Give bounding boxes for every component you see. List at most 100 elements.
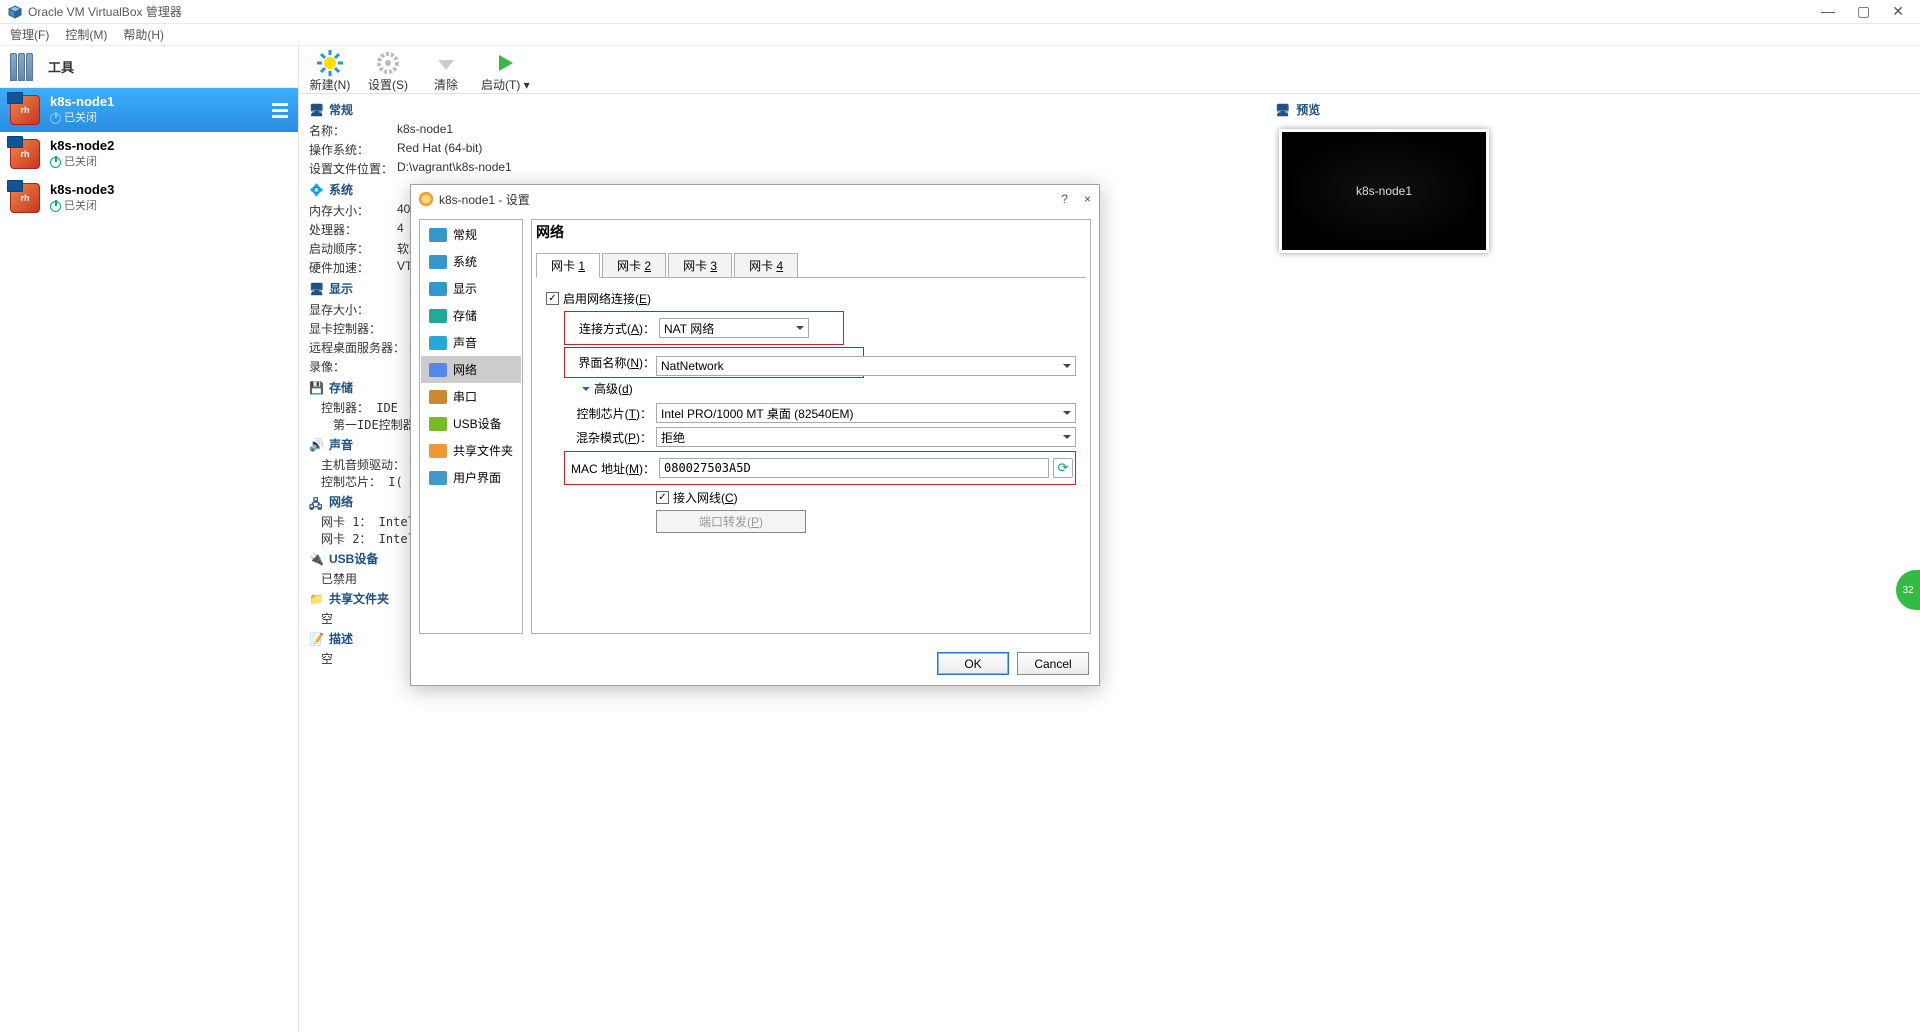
mac-refresh-button[interactable]: ⟳: [1053, 458, 1073, 478]
ok-button[interactable]: OK: [937, 652, 1009, 675]
settings-label: 设置(S): [368, 76, 408, 93]
general-name-label: 名称：: [309, 122, 397, 139]
new-label: 新建(N): [310, 76, 351, 93]
vm-name: k8s-node3: [50, 182, 114, 199]
dialog-help-button[interactable]: ?: [1061, 192, 1068, 206]
category-icon: [429, 282, 447, 296]
audio-icon: 🔊: [309, 438, 323, 452]
redhat-os-icon: rh: [10, 183, 40, 213]
dialog-side-serial[interactable]: 串口: [421, 383, 521, 410]
adapter-type-select[interactable]: Intel PRO/1000 MT 桌面 (82540EM): [656, 403, 1076, 423]
monitor-icon: 🖥: [309, 103, 323, 117]
preview-thumbnail[interactable]: k8s-node1: [1279, 129, 1489, 253]
adapter-tab-3[interactable]: 网卡 3: [668, 253, 732, 278]
general-name-value: k8s-node1: [397, 122, 453, 139]
vm-item-k8s-node3[interactable]: rh k8s-node3 已关闭: [0, 176, 298, 220]
dialog-side-display[interactable]: 显示: [421, 275, 521, 302]
display-icon: 🖥: [309, 282, 323, 296]
toolbar: 新建(N) 设置(S) 清除 启动(T) ▾: [299, 46, 1920, 94]
dialog-side-usb[interactable]: USB设备: [421, 410, 521, 437]
power-icon: [50, 113, 61, 124]
dialog-side-shared[interactable]: 共享文件夹: [421, 437, 521, 464]
general-cfg-value: D:\vagrant\k8s-node1: [397, 160, 512, 177]
discard-label: 清除: [434, 76, 458, 93]
menu-control[interactable]: 控制(M): [59, 24, 113, 45]
dialog-gear-icon: [419, 192, 433, 206]
general-os-label: 操作系统：: [309, 141, 397, 158]
titlebar: Oracle VM VirtualBox 管理器 — ▢ ✕: [0, 0, 1920, 24]
tools-icon: [10, 53, 38, 81]
adapter-tab-2[interactable]: 网卡 2: [602, 253, 666, 278]
category-icon: [429, 336, 447, 350]
desc-icon: 📝: [309, 632, 323, 646]
storage-icon: 💾: [309, 381, 323, 395]
promisc-select[interactable]: 拒绝: [656, 427, 1076, 447]
attached-to-select[interactable]: NAT 网络: [659, 318, 809, 338]
port-forwarding-button[interactable]: 端口转发(P): [656, 510, 806, 533]
cable-connected-label: 接入网线(C): [673, 489, 738, 506]
vm-menu-button[interactable]: [266, 103, 288, 118]
new-button[interactable]: 新建(N): [307, 50, 353, 93]
discard-button[interactable]: 清除: [423, 50, 469, 93]
dialog-side-network[interactable]: 网络: [421, 356, 521, 383]
vm-name: k8s-node1: [50, 94, 114, 111]
dialog-side-ui[interactable]: 用户界面: [421, 464, 521, 491]
vm-state: 已关闭: [50, 199, 114, 213]
redhat-os-icon: rh: [10, 139, 40, 169]
enable-network-checkbox[interactable]: ✓: [546, 292, 559, 305]
menu-manage[interactable]: 管理(F): [4, 24, 55, 45]
category-icon: [429, 444, 447, 458]
vm-name: k8s-node2: [50, 138, 114, 155]
dialog-category-list: 常规系统显示存储声音网络串口USB设备共享文件夹用户界面: [419, 219, 523, 634]
advanced-toggle[interactable]: 高级(d): [582, 380, 1076, 397]
general-os-value: Red Hat (64-bit): [397, 141, 482, 158]
category-icon: [429, 363, 447, 377]
interface-name-select[interactable]: NatNetwork: [656, 356, 1076, 376]
category-icon: [429, 309, 447, 323]
usb-icon: 🔌: [309, 552, 323, 566]
start-button[interactable]: 启动(T) ▾: [481, 50, 530, 93]
start-label: 启动(T) ▾: [481, 76, 530, 93]
section-general[interactable]: 🖥常规: [305, 98, 1263, 121]
vm-item-k8s-node1[interactable]: rh k8s-node1 已关闭: [0, 88, 298, 132]
dialog-side-general[interactable]: 常规: [421, 221, 521, 248]
preview-icon: 🖥: [1275, 103, 1290, 117]
adapter-tab-4[interactable]: 网卡 4: [734, 253, 798, 278]
tools-label: 工具: [48, 57, 74, 76]
vm-state: 已关闭: [50, 111, 114, 125]
settings-dialog: k8s-node1 - 设置 ? × 常规系统显示存储声音网络串口USB设备共享…: [410, 184, 1100, 686]
category-icon: [429, 417, 447, 431]
close-button[interactable]: ✕: [1892, 3, 1904, 20]
sidebar-tools[interactable]: 工具: [0, 46, 298, 88]
adapter-tabs: 网卡 1网卡 2网卡 3网卡 4: [532, 248, 1090, 277]
minimize-button[interactable]: —: [1821, 3, 1835, 20]
dialog-side-system[interactable]: 系统: [421, 248, 521, 275]
discard-icon: [433, 50, 459, 76]
network-icon: 🖧: [309, 495, 323, 509]
dialog-close-button[interactable]: ×: [1084, 192, 1091, 206]
sun-icon: [317, 50, 343, 76]
cable-connected-checkbox[interactable]: ✓: [656, 491, 669, 504]
vm-sidebar: 工具 rh k8s-node1 已关闭 rh k8s-node2 已关闭 rh …: [0, 46, 299, 1032]
enable-network-label: 启用网络连接(E): [563, 290, 651, 307]
promisc-label: 混杂模式(P)：: [564, 429, 656, 446]
vm-item-k8s-node2[interactable]: rh k8s-node2 已关闭: [0, 132, 298, 176]
preview-header: 🖥预览: [1271, 98, 1914, 121]
maximize-button[interactable]: ▢: [1857, 3, 1870, 20]
settings-button[interactable]: 设置(S): [365, 50, 411, 93]
dialog-title: k8s-node1 - 设置: [439, 191, 530, 208]
adapter-tab-1[interactable]: 网卡 1: [536, 253, 600, 278]
start-icon: [492, 50, 518, 76]
virtualbox-icon: [8, 5, 22, 19]
dialog-side-audio[interactable]: 声音: [421, 329, 521, 356]
mac-address-input[interactable]: [659, 458, 1049, 478]
menubar: 管理(F) 控制(M) 帮助(H): [0, 24, 1920, 46]
interface-name-label: 界面名称(N)：: [567, 354, 659, 371]
gear-icon: [375, 50, 401, 76]
dialog-side-storage[interactable]: 存储: [421, 302, 521, 329]
category-icon: [429, 228, 447, 242]
attached-to-label: 连接方式(A)：: [567, 320, 659, 337]
menu-help[interactable]: 帮助(H): [117, 24, 170, 45]
chevron-down-icon: [582, 387, 590, 395]
cancel-button[interactable]: Cancel: [1017, 652, 1089, 675]
